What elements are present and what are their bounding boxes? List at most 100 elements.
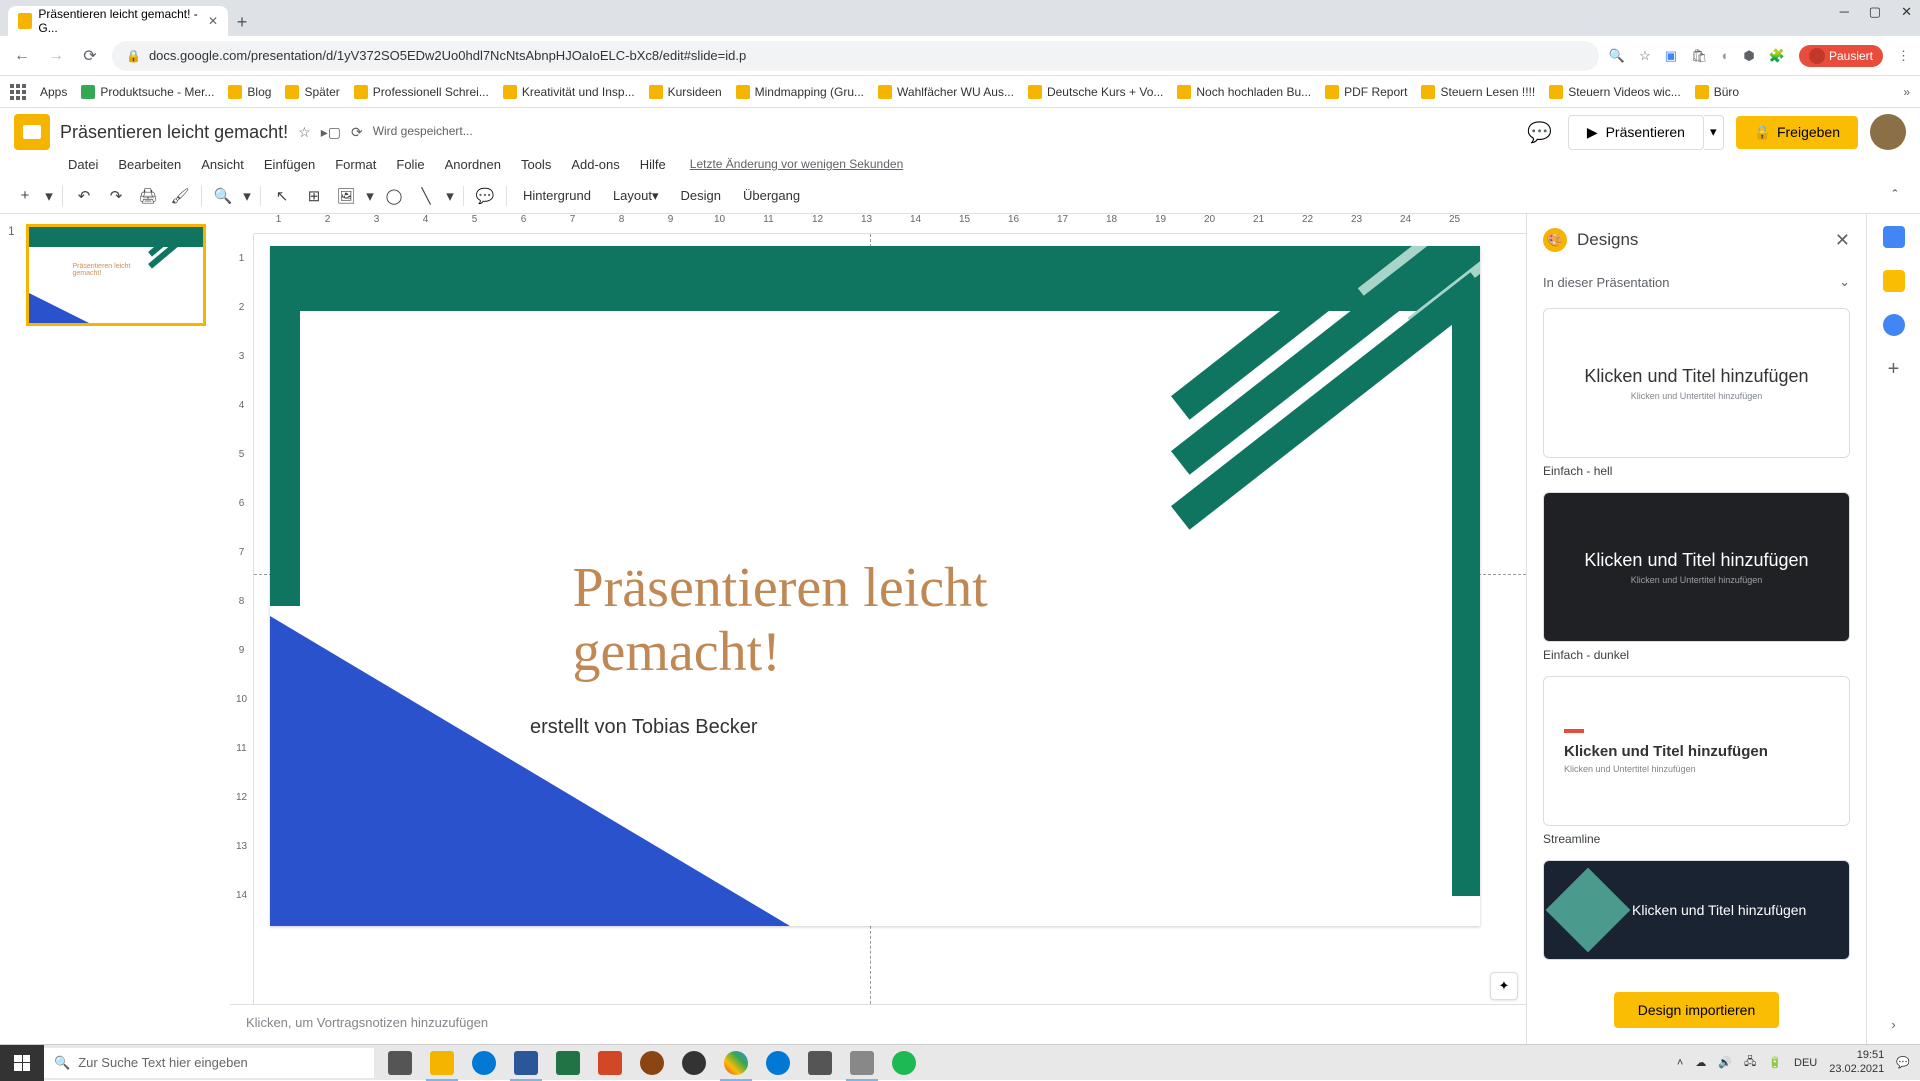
keep-icon[interactable] — [1883, 270, 1905, 292]
menu-bearbeiten[interactable]: Bearbeiten — [110, 153, 189, 176]
bookmark-item[interactable]: PDF Report — [1325, 85, 1407, 99]
layout-button[interactable]: Layout ▾ — [603, 181, 669, 211]
slide-canvas[interactable]: Präsentieren leicht gemacht! erstellt vo… — [270, 246, 1480, 926]
slide-subtitle-text[interactable]: erstellt von Tobias Becker — [530, 716, 758, 739]
language-indicator[interactable]: DEU — [1794, 1057, 1817, 1069]
textbox-tool[interactable]: ⊞ — [299, 181, 329, 211]
last-edit-link[interactable]: Letzte Änderung vor wenigen Sekunden — [690, 157, 904, 171]
spotify-icon[interactable] — [884, 1045, 924, 1081]
extension-icon-3[interactable]: ◐ — [1722, 48, 1730, 63]
transition-button[interactable]: Übergang — [733, 181, 810, 211]
app-icon-2[interactable] — [800, 1045, 840, 1081]
design-card-light[interactable]: Klicken und Titel hinzufügen Klicken und… — [1543, 308, 1850, 458]
menu-addons[interactable]: Add-ons — [563, 153, 627, 176]
close-tab-icon[interactable]: ✕ — [208, 14, 218, 28]
bookmark-item[interactable]: Produktsuche - Mer... — [81, 85, 214, 99]
taskbar-search[interactable]: 🔍 Zur Suche Text hier eingeben — [44, 1048, 374, 1078]
wifi-icon[interactable]: 🖧 — [1744, 1053, 1756, 1072]
powerpoint-icon[interactable] — [590, 1045, 630, 1081]
design-button[interactable]: Design — [671, 181, 731, 211]
bookmark-item[interactable]: Später — [285, 85, 339, 99]
bookmark-overflow-icon[interactable]: » — [1903, 85, 1910, 99]
obs-icon[interactable] — [674, 1045, 714, 1081]
menu-einfuegen[interactable]: Einfügen — [256, 153, 323, 176]
close-window-icon[interactable]: ✕ — [1901, 4, 1912, 20]
close-panel-icon[interactable]: ✕ — [1835, 230, 1850, 251]
extension-icon[interactable]: ▣ — [1665, 48, 1677, 64]
calendar-icon[interactable] — [1883, 226, 1905, 248]
profile-avatar[interactable] — [1870, 114, 1906, 150]
tasks-icon[interactable] — [1883, 314, 1905, 336]
star-icon[interactable]: ☆ — [298, 124, 311, 141]
onedrive-icon[interactable]: ☁ — [1695, 1056, 1706, 1069]
back-button[interactable]: ← — [10, 44, 34, 68]
chrome-menu-icon[interactable]: ⋮ — [1897, 48, 1910, 64]
battery-icon[interactable]: 🔋 — [1768, 1056, 1782, 1069]
app-icon[interactable] — [632, 1045, 672, 1081]
present-dropdown[interactable]: ▾ — [1704, 115, 1724, 150]
slide-thumbnail[interactable]: Präsentieren leicht gemacht! — [26, 224, 206, 326]
bookmark-item[interactable]: Steuern Videos wic... — [1549, 85, 1681, 99]
slide-title-text[interactable]: Präsentieren leicht gemacht! — [573, 556, 1178, 684]
explore-button[interactable]: ✦ — [1490, 972, 1518, 1000]
edge-new-icon[interactable] — [758, 1045, 798, 1081]
new-slide-dropdown[interactable]: ▾ — [42, 181, 56, 211]
new-tab-button[interactable]: + — [228, 8, 256, 36]
forward-button[interactable]: → — [44, 44, 68, 68]
chrome-icon[interactable] — [716, 1045, 756, 1081]
volume-icon[interactable]: 🔊 — [1718, 1056, 1732, 1069]
zoom-button[interactable]: 🔍 — [208, 181, 238, 211]
shape-tool[interactable]: ◯ — [379, 181, 409, 211]
profile-button[interactable]: Pausiert — [1799, 45, 1883, 67]
browser-tab[interactable]: Präsentieren leicht gemacht! - G... ✕ — [8, 6, 228, 36]
slides-logo-icon[interactable] — [14, 114, 50, 150]
task-view-icon[interactable] — [380, 1045, 420, 1081]
print-button[interactable]: 🖨 — [133, 181, 163, 211]
design-card-focus[interactable]: Klicken und Titel hinzufügen — [1543, 860, 1850, 960]
menu-tools[interactable]: Tools — [513, 153, 559, 176]
extension-icon-4[interactable]: ⬢ — [1743, 48, 1754, 64]
clock[interactable]: 19:51 23.02.2021 — [1829, 1049, 1884, 1075]
present-button[interactable]: ▶ Präsentieren — [1568, 115, 1704, 150]
menu-folie[interactable]: Folie — [388, 153, 432, 176]
extension-icon-2[interactable]: 🛍 — [1691, 48, 1708, 64]
import-design-button[interactable]: Design importieren — [1614, 992, 1780, 1028]
select-tool[interactable]: ↖ — [267, 181, 297, 211]
bookmark-item[interactable]: Wahlfächer WU Aus... — [878, 85, 1014, 99]
design-card-streamline[interactable]: Klicken und Titel hinzufügen Klicken und… — [1543, 676, 1850, 826]
comments-button[interactable]: 💬 — [1524, 116, 1556, 148]
app-icon-3[interactable] — [842, 1045, 882, 1081]
bookmark-item[interactable]: Büro — [1695, 85, 1739, 99]
bookmark-item[interactable]: Deutsche Kurs + Vo... — [1028, 85, 1163, 99]
bookmark-item[interactable]: Mindmapping (Gru... — [736, 85, 864, 99]
paint-format-button[interactable]: 🖌 — [165, 181, 195, 211]
move-icon[interactable]: ▸▢ — [321, 124, 341, 141]
add-addon-button[interactable]: + — [1888, 358, 1900, 381]
menu-format[interactable]: Format — [327, 153, 384, 176]
share-button[interactable]: 🔒 Freigeben — [1736, 116, 1858, 149]
speaker-notes[interactable]: Klicken, um Vortragsnotizen hinzuzufügen — [230, 1004, 1526, 1044]
line-dropdown[interactable]: ▾ — [443, 181, 457, 211]
panel-section-toggle[interactable]: In dieser Präsentation ⌄ — [1527, 266, 1866, 298]
zoom-dropdown[interactable]: ▾ — [240, 181, 254, 211]
excel-icon[interactable] — [548, 1045, 588, 1081]
bookmark-item[interactable]: Kreativität und Insp... — [503, 85, 635, 99]
redo-button[interactable]: ↷ — [101, 181, 131, 211]
image-dropdown[interactable]: ▾ — [363, 181, 377, 211]
comment-tool[interactable]: 💬 — [470, 181, 500, 211]
extensions-puzzle-icon[interactable]: 🧩 — [1769, 48, 1785, 64]
minimize-icon[interactable]: ─ — [1840, 4, 1849, 20]
image-tool[interactable]: 🖼 — [331, 181, 361, 211]
menu-hilfe[interactable]: Hilfe — [632, 153, 674, 176]
apps-icon[interactable] — [10, 84, 26, 100]
bookmark-item[interactable]: Apps — [40, 85, 67, 99]
word-icon[interactable] — [506, 1045, 546, 1081]
bookmark-item[interactable]: Kursideen — [649, 85, 722, 99]
tray-chevron-icon[interactable]: ˄ — [1677, 1057, 1683, 1069]
menu-datei[interactable]: Datei — [60, 153, 106, 176]
edge-icon[interactable] — [464, 1045, 504, 1081]
maximize-icon[interactable]: ▢ — [1869, 4, 1881, 20]
bookmark-item[interactable]: Noch hochladen Bu... — [1177, 85, 1311, 99]
address-bar[interactable]: 🔒 docs.google.com/presentation/d/1yV372S… — [112, 41, 1599, 71]
collapse-rail-icon[interactable]: › — [1891, 1017, 1895, 1032]
